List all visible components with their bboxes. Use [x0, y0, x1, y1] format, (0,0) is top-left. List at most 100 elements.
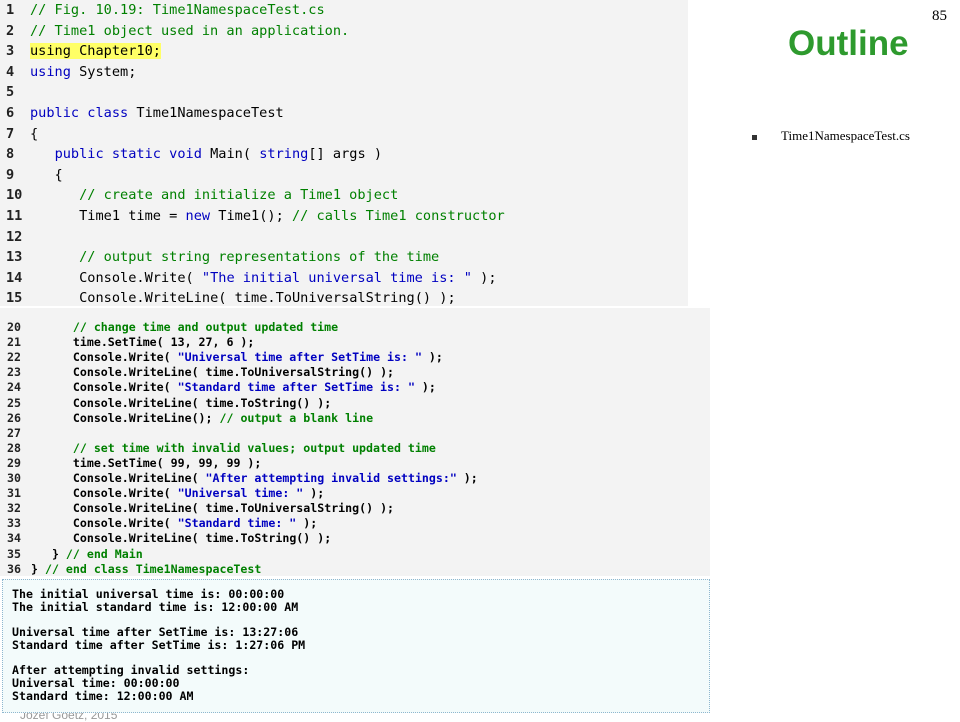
code-line: 9 { [0, 165, 688, 186]
code-line: 36 } // end class Time1NamespaceTest [0, 562, 710, 577]
line-number: 6 [6, 105, 15, 121]
code-text: public class Time1NamespaceTest [30, 105, 284, 121]
code-text: { [30, 166, 63, 183]
line-number: 11 [6, 208, 23, 224]
code-line: 29 time.SetTime( 99, 99, 99 ); [0, 456, 710, 471]
output-line: The initial standard time is: 12:00:00 A… [12, 599, 299, 614]
code-text: Time1 time = new Time1(); // calls Time1… [79, 208, 505, 224]
code-line: 34 Console.WriteLine( time.ToString() ); [0, 531, 710, 546]
line-number: 28 [7, 440, 21, 455]
code-line: 7{ [0, 124, 688, 145]
line-number: 29 [7, 455, 21, 470]
code-text: // create and initialize a Time1 object [30, 187, 399, 204]
line-number: 32 [7, 501, 21, 516]
output-line: Universal time after SetTime is: 13:27:0… [12, 625, 299, 640]
code-line: 21 time.SetTime( 13, 27, 6 ); [0, 335, 710, 350]
code-text: Console.WriteLine( time.ToUniversalStrin… [72, 365, 395, 380]
code-line: 2 // Time1 object used in an application. [0, 21, 688, 42]
code-line: 12 [0, 227, 688, 248]
line-number: 13 [6, 249, 23, 266]
line-number: 36 [7, 561, 21, 576]
line-number: 23 [7, 365, 21, 380]
code-line: 10 // create and initialize a Time1 obje… [0, 185, 688, 206]
line-number: 35 [7, 546, 21, 561]
code-line: 35 } // end Main [0, 547, 710, 562]
line-number: 15 [6, 290, 23, 307]
code-line: 4 using System; [0, 62, 688, 83]
code-line: 15 Console.WriteLine( time.ToUniversalSt… [0, 288, 688, 309]
code-line: 8 public static void Main( string[] args… [0, 144, 688, 165]
code-text: using Chapter10; [30, 43, 161, 60]
code-text: Console.WriteLine( "After attempting inv… [72, 471, 478, 485]
code-text: { [30, 125, 39, 142]
code-text: Console.WriteLine( time.ToString() ); [72, 531, 332, 546]
code-text: } // end class Time1NamespaceTest [31, 561, 262, 576]
line-number: 10 [6, 187, 23, 204]
output-line: Universal time: 00:00:00 [12, 675, 180, 690]
line-number: 12 [6, 228, 23, 245]
code-text: // output string representations of the … [30, 249, 440, 266]
code-text: // Time1 object used in an application. [30, 22, 350, 39]
line-number: 21 [7, 335, 21, 350]
square-bullet-icon [752, 134, 757, 140]
line-number: 34 [7, 531, 21, 546]
line-number: 7 [6, 125, 15, 142]
code-line: 11 Time1 time = new Time1(); // calls Ti… [0, 206, 688, 227]
code-line: 32 Console.WriteLine( time.ToUniversalSt… [0, 501, 710, 516]
code-panel-top: 1 // Fig. 10.19: Time1NamespaceTest.cs 2 //… [0, 0, 688, 306]
line-number: 4 [6, 63, 15, 80]
code-text: time.SetTime( 99, 99, 99 ); [72, 455, 262, 470]
line-number: 1 [6, 2, 15, 18]
line-number: 24 [7, 380, 21, 395]
line-number: 27 [7, 425, 21, 440]
code-text: } // end Main [31, 546, 143, 561]
code-line: 5 [0, 82, 688, 103]
line-number: 8 [6, 146, 15, 163]
console-output-panel: The initial universal time is: 00:00:00 T… [2, 579, 710, 713]
output-line: Standard time after SetTime is: 1:27:06 … [12, 637, 306, 652]
code-text: // Fig. 10.19: Time1NamespaceTest.cs [30, 2, 325, 18]
line-number: 25 [7, 395, 21, 410]
output-line: The initial universal time is: 00:00:00 [12, 587, 285, 601]
code-line: 14 Console.Write( "The initial universal… [0, 268, 688, 289]
code-text: Console.Write( "Universal time: " ); [72, 486, 325, 501]
code-line: 24 Console.Write( "Standard time after S… [0, 380, 710, 395]
code-listing-top: 1 // Fig. 10.19: Time1NamespaceTest.cs 2 //… [0, 0, 688, 306]
outline-item-label: Time1NamespaceTest.cs [781, 128, 910, 143]
code-line: 22 Console.Write( "Universal time after … [0, 350, 710, 365]
code-text: Console.Write( "Standard time after SetT… [72, 380, 436, 395]
code-line: 6 public class Time1NamespaceTest [0, 103, 688, 124]
code-text: using System; [30, 63, 137, 80]
line-number: 30 [7, 471, 21, 485]
line-number: 5 [6, 84, 15, 101]
page-number: 85 [932, 8, 947, 24]
code-line: 1 // Fig. 10.19: Time1NamespaceTest.cs [0, 0, 688, 21]
line-number: 14 [6, 269, 23, 286]
code-text: Console.WriteLine(); // output a blank l… [72, 410, 374, 425]
console-output: The initial universal time is: 00:00:00 T… [12, 588, 305, 702]
line-number: 3 [6, 43, 15, 60]
code-text: // change time and output updated time [31, 320, 339, 334]
code-line: 23 Console.WriteLine( time.ToUniversalSt… [0, 365, 710, 380]
code-line: 3 using Chapter10; [0, 41, 688, 62]
line-number: 22 [7, 350, 21, 365]
code-line: 28 // set time with invalid values; outp… [0, 441, 710, 456]
code-listing-bottom: 20 // change time and output updated tim… [0, 320, 710, 576]
code-line: 26 Console.WriteLine(); // output a blan… [0, 411, 710, 426]
code-text: Console.Write( "Standard time: " ); [72, 516, 318, 531]
code-line: 13 // output string representations of t… [0, 247, 688, 268]
code-line: 25 Console.WriteLine( time.ToString() ); [0, 396, 710, 411]
code-text: Console.WriteLine( time.ToUniversalStrin… [72, 501, 395, 516]
code-line: 33 Console.Write( "Standard time: " ); [0, 516, 710, 531]
outline-item: Time1NamespaceTest.cs [752, 128, 910, 144]
line-number: 20 [7, 320, 21, 334]
code-text: time.SetTime( 13, 27, 6 ); [72, 335, 255, 350]
code-text: Console.Write( "The initial universal ti… [79, 269, 497, 286]
code-text: Console.Write( "Universal time after Set… [72, 350, 443, 365]
line-number: 31 [7, 486, 21, 501]
line-number: 33 [7, 516, 21, 531]
code-text: Console.WriteLine( time.ToString() ); [72, 395, 332, 410]
code-line: 30 Console.WriteLine( "After attempting … [0, 471, 710, 486]
code-panel-bottom: 20 // change time and output updated tim… [0, 308, 710, 576]
line-number: 2 [6, 22, 15, 39]
